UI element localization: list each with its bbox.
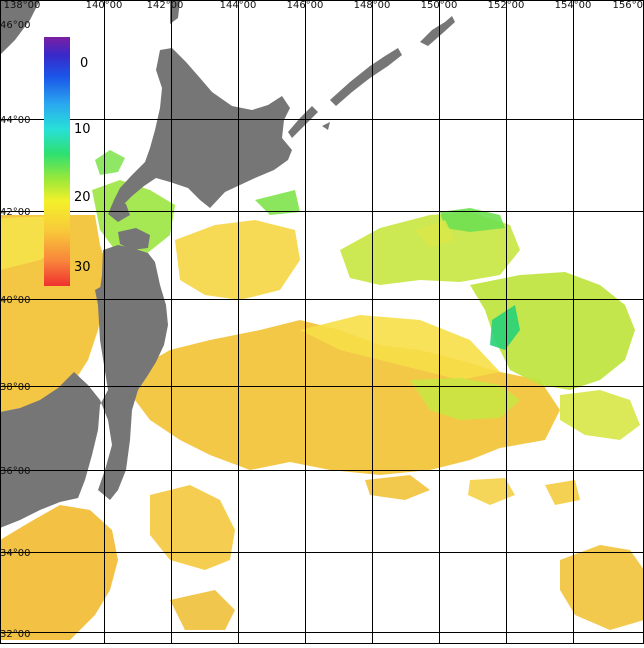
lat-label: 34°00 <box>0 548 30 559</box>
colorbar-tick-label: 20 <box>74 190 91 205</box>
colorbar-gradient <box>44 37 70 286</box>
lon-label: 140°00 <box>86 0 123 11</box>
map-canvas: 138°00 140°00 142°00 144°00 146°00 148°0… <box>0 0 644 644</box>
lon-label: 138°00 <box>4 0 41 11</box>
lon-label: 152°00 <box>488 0 525 11</box>
lon-label: 156°0 <box>613 0 643 11</box>
lon-label: 144°00 <box>220 0 257 11</box>
lat-label: 46°00 <box>0 20 30 31</box>
colorbar-tick-label: 0 <box>80 56 88 71</box>
lon-label: 154°00 <box>555 0 592 11</box>
sea-surface-temperature-map: 138°00 140°00 142°00 144°00 146°00 148°0… <box>0 0 644 644</box>
lat-label: 44°00 <box>0 115 30 126</box>
colorbar-tick-label: 10 <box>74 122 91 137</box>
lat-label: 32°00 <box>0 629 30 640</box>
lon-label: 142°00 <box>147 0 184 11</box>
lat-label: 36°00 <box>0 466 30 477</box>
lon-label: 148°00 <box>354 0 391 11</box>
lat-label: 42°00 <box>0 207 30 218</box>
colorbar-tick-label: 30 <box>74 260 91 275</box>
lat-label: 40°00 <box>0 295 30 306</box>
lon-label: 150°00 <box>421 0 458 11</box>
lon-label: 146°00 <box>287 0 324 11</box>
lat-label: 38°00 <box>0 382 30 393</box>
